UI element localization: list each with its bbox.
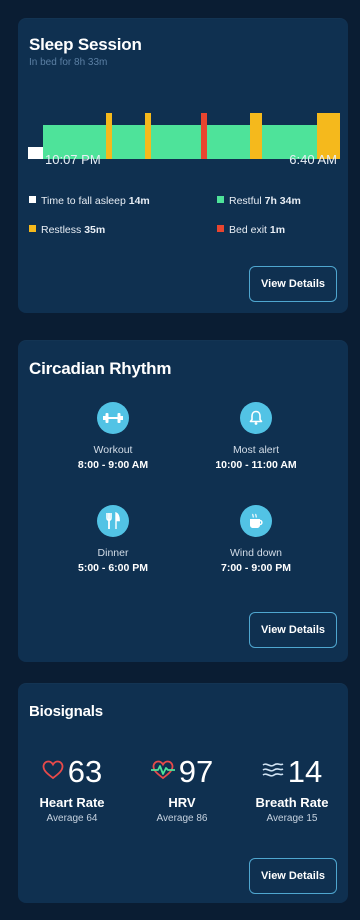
- sleep-view-details-button[interactable]: View Details: [249, 266, 337, 302]
- circadian-label: Most alert: [232, 444, 280, 456]
- legend-swatch: [217, 196, 224, 203]
- biosignals-view-details-button[interactable]: View Details: [249, 858, 337, 894]
- timeline-bed-exit-segment: [201, 113, 207, 159]
- sleep-session-title: Sleep Session: [29, 35, 142, 54]
- circadian-label: Workout: [93, 444, 133, 456]
- legend-swatch: [29, 225, 36, 232]
- timeline-awake-segment: [28, 147, 43, 159]
- legend-restless: Restless 35m: [29, 224, 105, 236]
- sleep-end-time: 6:40 AM: [289, 152, 337, 167]
- bell-icon: [240, 402, 272, 434]
- breath-icon: [262, 761, 284, 784]
- circadian-time: 7:00 - 9:00 PM: [220, 562, 292, 574]
- biosignals-title: Biosignals: [29, 703, 103, 720]
- biosignal-value-row: 14: [242, 753, 342, 791]
- circadian-label: Wind down: [230, 547, 282, 559]
- legend-value: 14m: [128, 195, 150, 207]
- dumbbell-icon: [97, 402, 129, 434]
- legend-label: Restless: [41, 224, 82, 236]
- biosignal-breath-rate: 14 Breath Rate Average 15: [242, 753, 342, 824]
- legend-bed-exit: Bed exit 1m: [217, 224, 285, 236]
- timeline-restless-segment: [250, 113, 262, 159]
- circadian-item-workout: Workout 8:00 - 9:00 AM: [43, 402, 183, 474]
- legend-time-to-fall-asleep: Time to fall asleep 14m: [29, 195, 150, 207]
- circadian-view-details-button[interactable]: View Details: [249, 612, 337, 648]
- hrv-label: HRV: [168, 795, 196, 810]
- heart-icon: [42, 760, 64, 785]
- hrv-heart-icon: [150, 760, 175, 785]
- circadian-rhythm-title: Circadian Rhythm: [29, 359, 172, 378]
- legend-swatch: [217, 225, 224, 232]
- hrv-average: Average 86: [156, 813, 208, 824]
- legend-restful: Restful 7h 34m: [217, 195, 301, 207]
- utensils-icon: [97, 505, 129, 537]
- circadian-rhythm-card: Circadian Rhythm Workout 8:00 - 9:00 AM: [18, 340, 348, 662]
- breath-rate-value: 14: [287, 754, 323, 789]
- circadian-item-dinner: Dinner 5:00 - 6:00 PM: [43, 505, 183, 577]
- legend-value: 1m: [269, 224, 286, 236]
- circadian-label: Dinner: [97, 547, 129, 559]
- biosignal-value-row: 97: [132, 753, 232, 791]
- hrv-value: 97: [178, 754, 214, 789]
- sleep-session-card: Sleep Session In bed for 8h 33m 10:07 PM…: [18, 18, 348, 313]
- circadian-time: 10:00 - 11:00 AM: [215, 459, 297, 471]
- legend-value: 7h 34m: [264, 195, 301, 207]
- biosignals-card: Biosignals 63 Heart Rate Average 64 97 H…: [18, 683, 348, 903]
- sleep-dashboard: Sleep Session In bed for 8h 33m 10:07 PM…: [0, 0, 360, 920]
- legend-label: Time to fall asleep: [41, 195, 126, 207]
- breath-rate-label: Breath Rate: [255, 795, 329, 810]
- circadian-time: 8:00 - 9:00 AM: [77, 459, 149, 471]
- biosignal-heart-rate: 63 Heart Rate Average 64: [22, 753, 122, 824]
- in-bed-duration: In bed for 8h 33m: [29, 57, 108, 68]
- legend-label: Restful: [229, 195, 262, 207]
- biosignal-value-row: 63: [22, 753, 122, 791]
- legend-value: 35m: [84, 224, 106, 236]
- biosignal-hrv: 97 HRV Average 86: [132, 753, 232, 824]
- heart-rate-value: 63: [67, 754, 103, 789]
- circadian-item-most-alert: Most alert 10:00 - 11:00 AM: [186, 402, 326, 474]
- legend-swatch: [29, 196, 36, 203]
- sleep-start-time: 10:07 PM: [45, 152, 101, 167]
- timeline-restless-segment: [145, 113, 151, 159]
- mug-icon: [240, 505, 272, 537]
- heart-rate-average: Average 64: [46, 813, 98, 824]
- timeline-restless-segment: [106, 113, 112, 159]
- breath-rate-average: Average 15: [266, 813, 318, 824]
- circadian-time: 5:00 - 6:00 PM: [77, 562, 149, 574]
- heart-rate-label: Heart Rate: [39, 795, 105, 810]
- circadian-item-wind-down: Wind down 7:00 - 9:00 PM: [186, 505, 326, 577]
- legend-label: Bed exit: [229, 224, 267, 236]
